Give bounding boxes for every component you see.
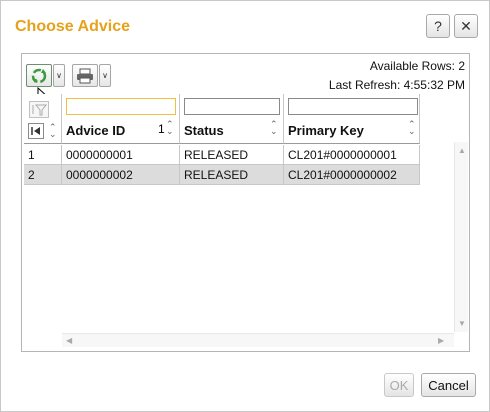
chevron-down-icon: ∨ [102,71,108,80]
sort-arrows-icon[interactable]: ⌃ ⌄ [408,120,416,136]
table-row[interactable]: 1 0000000001 RELEASED CL201#0000000001 [24,145,420,165]
status-filter-input[interactable] [184,98,280,115]
scroll-right-icon[interactable]: ▶ [438,336,444,345]
last-refresh-text: Last Refresh: 4:55:32 PM [328,78,465,92]
primary-key-cell: CL201#0000000002 [284,165,420,185]
close-button[interactable]: ✕ [454,14,478,38]
ok-button[interactable]: OK [384,373,414,397]
choose-advice-dialog: Choose Advice ? ✕ ∨ ∨ Available Rows: 2 … [0,0,490,412]
primary-key-header-label: Primary Key [288,123,364,138]
status-header-label: Status [184,123,224,138]
filter-button[interactable] [29,101,49,118]
print-icon [77,68,93,83]
first-page-button[interactable] [28,123,44,139]
available-rows-text: Available Rows: 2 [369,59,465,73]
sort-order-indicator: 1 [158,122,165,136]
scroll-up-icon[interactable]: ▲ [458,146,466,155]
scroll-down-icon[interactable]: ▼ [458,319,466,328]
primary-key-filter-input[interactable] [288,98,418,115]
advice-id-cell: 0000000001 [62,145,180,165]
column-header-primary-key[interactable]: Primary Key ⌃ ⌄ [284,94,420,144]
refresh-button[interactable] [26,64,52,87]
filter-icon [32,104,48,116]
row-number-header: ⌃ ⌄ [24,94,62,144]
chevron-down-icon: ∨ [56,71,62,80]
refresh-dropdown-button[interactable]: ∨ [53,64,65,87]
refresh-icon [31,68,47,83]
column-header-advice-id[interactable]: Advice ID 1 ⌃ ⌄ [62,94,180,144]
table-row[interactable]: 2 0000000002 RELEASED CL201#0000000002 [24,165,420,185]
print-dropdown-button[interactable]: ∨ [99,64,111,87]
horizontal-scrollbar[interactable]: ◀ ▶ [62,333,454,347]
dialog-title: Choose Advice [15,18,130,35]
primary-key-cell: CL201#0000000001 [284,145,420,165]
print-button[interactable] [72,64,98,87]
status-cell: RELEASED [180,145,284,165]
vertical-scrollbar[interactable]: ▲ ▼ [454,142,468,332]
sort-arrows-icon[interactable]: ⌃ ⌄ [166,120,174,136]
row-number-cell: 2 [24,165,62,185]
row-number-cell: 1 [24,145,62,165]
advice-id-filter-input[interactable] [66,98,176,115]
grid-panel: ∨ ∨ Available Rows: 2 Last Refresh: 4:55… [21,53,470,352]
cancel-button[interactable]: Cancel [421,373,476,397]
sort-arrows-icon[interactable]: ⌃ ⌄ [49,123,57,139]
help-button[interactable]: ? [426,14,450,38]
first-page-icon [31,127,40,135]
column-header-status[interactable]: Status ⌃ ⌄ [180,94,284,144]
advice-id-cell: 0000000002 [62,165,180,185]
sort-arrows-icon[interactable]: ⌃ ⌄ [270,120,278,136]
advice-id-header-label: Advice ID [66,123,126,138]
status-cell: RELEASED [180,165,284,185]
scroll-left-icon[interactable]: ◀ [66,336,72,345]
